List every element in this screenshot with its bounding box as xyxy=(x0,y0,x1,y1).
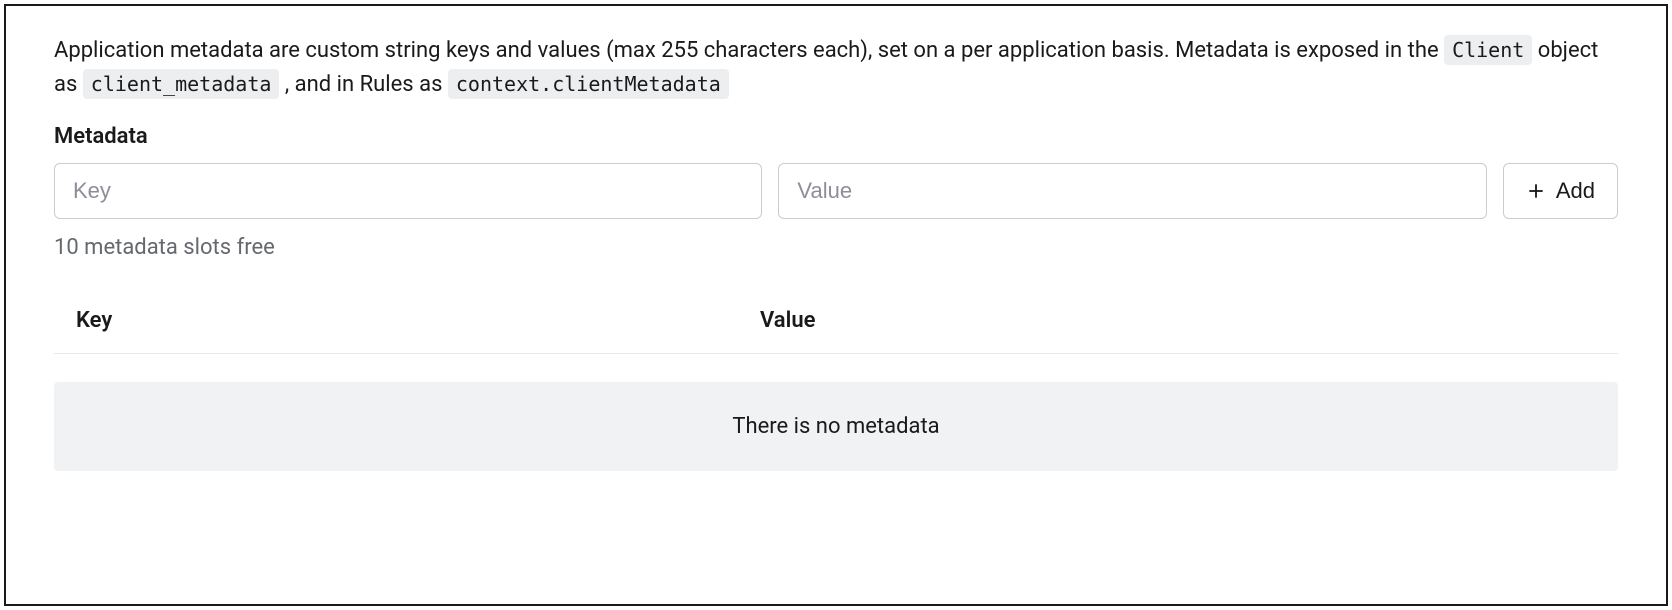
description-text-3: , and in Rules as xyxy=(285,72,448,97)
metadata-input-row: Add xyxy=(54,163,1618,219)
metadata-description: Application metadata are custom string k… xyxy=(54,34,1618,102)
code-client-metadata: client_metadata xyxy=(83,69,280,99)
plus-icon xyxy=(1526,181,1546,201)
code-context-client-metadata: context.clientMetadata xyxy=(448,69,729,99)
metadata-value-input[interactable] xyxy=(778,163,1486,219)
metadata-section-label: Metadata xyxy=(54,124,1618,149)
metadata-table-header: Key Value xyxy=(54,308,1618,354)
metadata-panel: Application metadata are custom string k… xyxy=(4,4,1668,606)
metadata-slots-free: 10 metadata slots free xyxy=(54,235,1618,260)
description-text-1: Application metadata are custom string k… xyxy=(54,38,1444,63)
metadata-key-input[interactable] xyxy=(54,163,762,219)
table-header-key: Key xyxy=(76,308,760,333)
metadata-empty-state: There is no metadata xyxy=(54,382,1618,471)
add-button-label: Add xyxy=(1556,178,1595,204)
add-metadata-button[interactable]: Add xyxy=(1503,163,1618,219)
table-header-value: Value xyxy=(760,308,1596,333)
code-client: Client xyxy=(1444,35,1532,65)
